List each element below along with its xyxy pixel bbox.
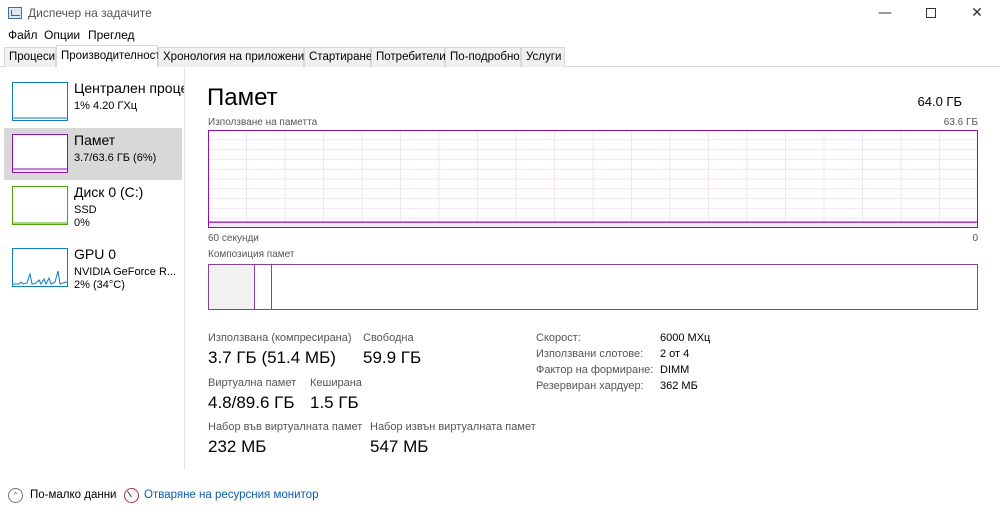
footer-bar: ⌃ По-малко данни Отваряне на ресурсния м… xyxy=(0,478,1000,517)
hardware-reserved-key: Резервиран хардуер: xyxy=(536,380,644,392)
committed-label: Виртуална памет xyxy=(208,377,297,389)
sidebar-item-detail: SSD xyxy=(74,204,97,216)
cached-value: 1.5 ГБ xyxy=(310,393,359,412)
sidebar-item-detail: NVIDIA GeForce R... xyxy=(74,266,177,278)
fewer-details-button[interactable]: По-малко данни xyxy=(30,489,117,501)
graph-axis-right: 0 xyxy=(972,233,978,244)
title-bar: Диспечер на задачите — ✕ xyxy=(0,0,1000,25)
window-title: Диспечер на задачите xyxy=(28,6,152,20)
tab-performance[interactable]: Производителност xyxy=(56,45,161,67)
paged-pool-label: Набор във виртуалната памет xyxy=(208,421,363,433)
minimize-button[interactable]: — xyxy=(862,0,908,25)
gpu-thumbnail-graph xyxy=(12,248,68,287)
slots-used-value: 2 от 4 xyxy=(660,348,690,360)
sidebar-item-detail: 0% xyxy=(74,217,90,229)
memory-panel: Памет 64.0 ГБ Използване на паметта 63.6… xyxy=(186,68,1000,470)
menu-options[interactable]: Опции xyxy=(44,28,80,42)
slots-used-key: Използвани слотове: xyxy=(536,348,644,360)
speed-key: Скорост: xyxy=(536,332,581,344)
sidebar-item-cpu[interactable]: Централен процесор 1% 4.20 ГХц xyxy=(4,76,184,128)
cached-label: Кеширана xyxy=(310,377,362,389)
sidebar-item-disk[interactable]: Диск 0 (C:) SSD 0% xyxy=(4,180,182,232)
sidebar-item-detail: 3.7/63.6 ГБ (6%) xyxy=(74,152,157,164)
in-use-value: 3.7 ГБ (51.4 МБ) xyxy=(208,348,336,367)
open-resource-monitor-link[interactable]: Отваряне на ресурсния монитор xyxy=(144,489,318,501)
sidebar-item-title: Централен процесор xyxy=(74,80,184,96)
form-factor-key: Фактор на формиране: xyxy=(536,364,654,376)
composition-modified xyxy=(255,265,272,309)
memory-usage-graph xyxy=(208,130,978,228)
task-manager-icon xyxy=(8,7,22,19)
tab-strip: Процеси Производителност Хронология на п… xyxy=(0,45,1000,67)
memory-composition-bar xyxy=(208,264,978,310)
sidebar-item-title: Диск 0 (C:) xyxy=(74,184,144,200)
performance-sidebar: Централен процесор 1% 4.20 ГХц Памет 3.7… xyxy=(0,68,185,470)
paged-pool-value: 232 МБ xyxy=(208,437,267,456)
menu-bar: Файл Опции Преглед xyxy=(0,25,1000,45)
resource-monitor-icon[interactable] xyxy=(124,488,139,503)
tab-services[interactable]: Услуги xyxy=(521,47,565,67)
usage-graph-label: Използване на паметта xyxy=(208,117,318,128)
tab-startup[interactable]: Стартиране xyxy=(304,47,372,67)
chevron-up-icon[interactable]: ⌃ xyxy=(8,488,23,503)
usage-graph-max: 63.6 ГБ xyxy=(943,117,978,128)
maximize-button[interactable] xyxy=(908,0,954,25)
sidebar-item-title: Памет xyxy=(74,132,116,148)
composition-in-use xyxy=(209,265,255,309)
maximize-icon xyxy=(926,7,936,18)
page-title: Памет xyxy=(207,84,278,111)
nonpaged-pool-label: Набор извън виртуалната памет xyxy=(370,421,536,433)
sidebar-item-gpu[interactable]: GPU 0 NVIDIA GeForce R... 2% (34°C) xyxy=(4,242,182,294)
composition-label: Композиция памет xyxy=(208,249,295,260)
close-button[interactable]: ✕ xyxy=(954,0,1000,25)
tab-details[interactable]: По-подробно xyxy=(445,47,521,67)
memory-thumbnail-graph xyxy=(12,134,68,173)
in-use-label: Използвана (компресирана) xyxy=(208,332,352,344)
nonpaged-pool-value: 547 МБ xyxy=(370,437,429,456)
cpu-thumbnail-graph xyxy=(12,82,68,121)
form-factor-value: DIMM xyxy=(660,364,690,376)
total-memory: 64.0 ГБ xyxy=(917,94,962,109)
available-label: Свободна xyxy=(363,332,414,344)
menu-view[interactable]: Преглед xyxy=(88,28,135,42)
graph-axis-left: 60 секунди xyxy=(208,233,259,244)
disk-thumbnail-graph xyxy=(12,186,68,225)
committed-value: 4.8/89.6 ГБ xyxy=(208,393,295,412)
sidebar-item-title: GPU 0 xyxy=(74,246,117,262)
available-value: 59.9 ГБ xyxy=(363,348,422,367)
tab-users[interactable]: Потребители xyxy=(371,47,446,67)
menu-file[interactable]: Файл xyxy=(8,28,38,42)
sidebar-item-detail: 2% (34°C) xyxy=(74,279,125,291)
hardware-reserved-value: 362 МБ xyxy=(660,380,698,392)
speed-value: 6000 МХц xyxy=(660,332,711,344)
sidebar-item-memory[interactable]: Памет 3.7/63.6 ГБ (6%) xyxy=(4,128,182,180)
sidebar-item-detail: 1% 4.20 ГХц xyxy=(74,100,138,112)
tab-processes[interactable]: Процеси xyxy=(4,47,56,67)
tab-app-history[interactable]: Хронология на приложение xyxy=(158,47,311,67)
